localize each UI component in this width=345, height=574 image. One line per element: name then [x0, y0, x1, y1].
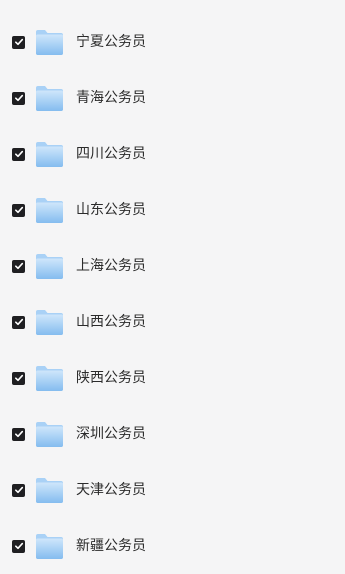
checkmark-icon — [14, 38, 23, 46]
file-name[interactable]: 山西公务员 — [76, 315, 146, 329]
select-checkbox[interactable] — [12, 539, 25, 553]
file-row[interactable] — [0, 0, 345, 14]
file-name[interactable]: 深圳公务员 — [76, 427, 146, 441]
checkmark-icon — [14, 430, 23, 438]
folder-icon[interactable] — [35, 477, 64, 504]
file-row[interactable]: 上海公务员 — [0, 238, 345, 294]
file-row[interactable]: 天津公务员 — [0, 462, 345, 518]
file-row[interactable]: 四川公务员 — [0, 126, 345, 182]
file-name[interactable]: 陕西公务员 — [76, 371, 146, 385]
select-checkbox[interactable] — [12, 35, 25, 49]
file-name[interactable]: 宁夏公务员 — [76, 35, 146, 49]
checkmark-icon — [14, 318, 23, 326]
select-checkbox[interactable] — [12, 91, 25, 105]
file-row[interactable]: 青海公务员 — [0, 70, 345, 126]
file-name[interactable]: 上海公务员 — [76, 259, 146, 273]
checkmark-icon — [14, 374, 23, 382]
file-row[interactable]: 宁夏公务员 — [0, 14, 345, 70]
folder-icon[interactable] — [35, 253, 64, 280]
folder-icon[interactable] — [35, 197, 64, 224]
checkmark-icon — [14, 150, 23, 158]
file-list: 宁夏公务员青海公务员四川公务员山东公务员上海公务员山西公务员陕西公务员深圳公务员… — [0, 0, 345, 574]
file-row[interactable]: 新疆公务员 — [0, 518, 345, 574]
select-checkbox[interactable] — [12, 483, 25, 497]
select-checkbox[interactable] — [12, 315, 25, 329]
file-name[interactable]: 天津公务员 — [76, 483, 146, 497]
checkmark-icon — [14, 542, 23, 550]
checkmark-icon — [14, 486, 23, 494]
folder-icon[interactable] — [35, 533, 64, 560]
select-checkbox[interactable] — [12, 147, 25, 161]
file-name[interactable]: 山东公务员 — [76, 203, 146, 217]
file-row[interactable]: 陕西公务员 — [0, 350, 345, 406]
file-name[interactable]: 四川公务员 — [76, 147, 146, 161]
select-checkbox[interactable] — [12, 371, 25, 385]
file-row[interactable]: 深圳公务员 — [0, 406, 345, 462]
folder-icon[interactable] — [35, 365, 64, 392]
checkmark-icon — [14, 206, 23, 214]
select-checkbox[interactable] — [12, 259, 25, 273]
select-checkbox[interactable] — [12, 427, 25, 441]
file-name[interactable]: 新疆公务员 — [76, 539, 146, 553]
file-name[interactable]: 青海公务员 — [76, 91, 146, 105]
select-checkbox[interactable] — [12, 203, 25, 217]
folder-icon[interactable] — [35, 141, 64, 168]
folder-icon[interactable] — [35, 421, 64, 448]
checkmark-icon — [14, 262, 23, 270]
folder-icon[interactable] — [35, 309, 64, 336]
file-row[interactable]: 山西公务员 — [0, 294, 345, 350]
folder-icon[interactable] — [35, 29, 64, 56]
checkmark-icon — [14, 94, 23, 102]
file-row[interactable]: 山东公务员 — [0, 182, 345, 238]
folder-icon[interactable] — [35, 85, 64, 112]
